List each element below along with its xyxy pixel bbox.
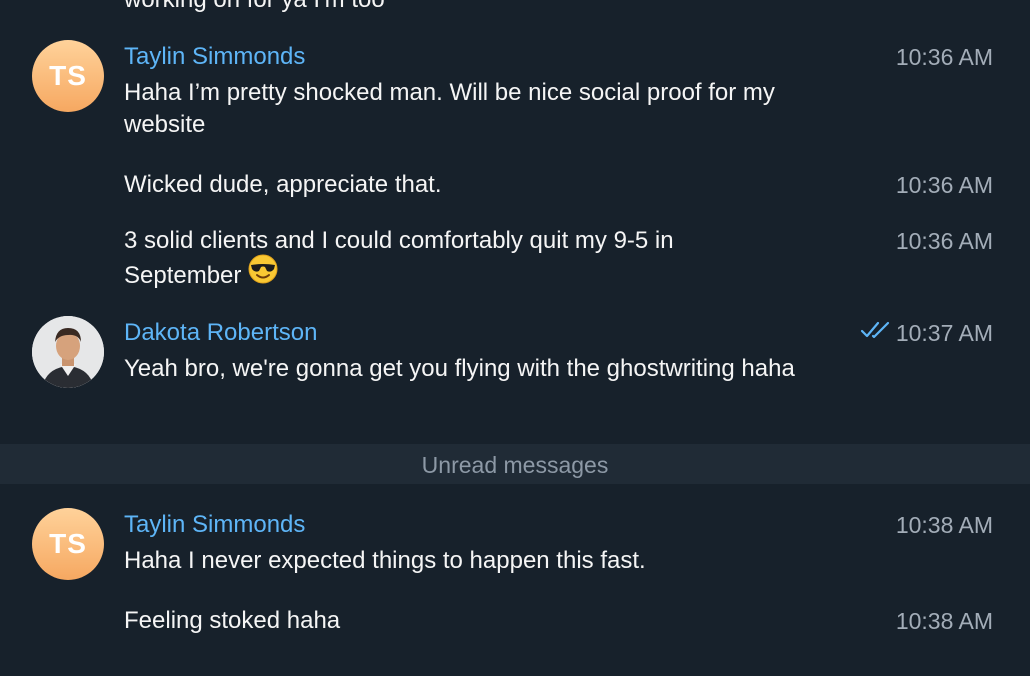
- message-text: Haha I’m pretty shocked man. Will be nic…: [124, 79, 775, 138]
- message-timestamp: 10:38 AM: [895, 512, 993, 538]
- message-timestamp: 10:36 AM: [895, 228, 993, 254]
- message-text: Feeling stoked haha: [124, 607, 341, 634]
- message-text-partial: working on for ya I'm too: [124, 0, 839, 16]
- message-timestamp: 10:36 AM: [895, 172, 993, 198]
- avatar-taylin[interactable]: TS: [32, 508, 104, 580]
- read-double-check-icon: [860, 316, 892, 348]
- message-timestamp: 10:37 AM: [860, 317, 993, 351]
- message-text-content: 3 solid clients and I could comfortably …: [124, 227, 674, 289]
- smiling-face-with-sunglasses-icon: [248, 254, 278, 293]
- sender-name[interactable]: Taylin Simmonds: [124, 509, 305, 541]
- message-timestamp: 10:36 AM: [895, 44, 993, 70]
- avatar-dakota[interactable]: [32, 316, 104, 388]
- unread-messages-divider: Unread messages: [0, 444, 1030, 484]
- message-timestamp: 10:38 AM: [895, 608, 993, 634]
- sender-name[interactable]: Taylin Simmonds: [124, 41, 305, 73]
- message-text: Yeah bro, we're gonna get you flying wit…: [124, 355, 795, 382]
- message-text: 3 solid clients and I could comfortably …: [124, 225, 784, 296]
- message-text: Haha I never expected things to happen t…: [124, 547, 646, 574]
- message-text: Wicked dude, appreciate that.: [124, 171, 442, 198]
- sender-name[interactable]: Dakota Robertson: [124, 317, 317, 349]
- avatar-taylin[interactable]: TS: [32, 40, 104, 112]
- chat-message-list[interactable]: working on for ya I'm too TS Taylin Simm…: [0, 0, 1030, 676]
- timestamp-label: 10:37 AM: [895, 320, 993, 346]
